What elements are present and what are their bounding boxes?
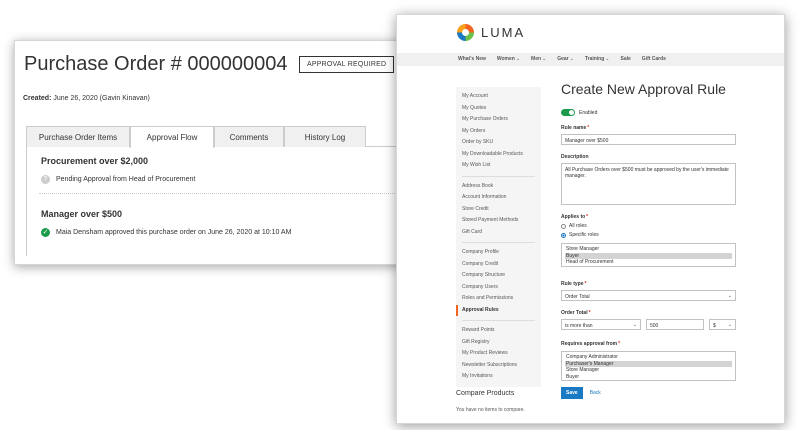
radio-all-roles[interactable]: All roles: [561, 223, 741, 229]
condition-select[interactable]: is more than ⌄: [561, 319, 641, 330]
flow-status-row: ✓ Maia Densham approved this purchase or…: [41, 228, 291, 237]
order-total-row: is more than ⌄ 500 $ ⌄: [561, 319, 741, 330]
rule-name-input[interactable]: Manager over $500: [561, 134, 736, 145]
approval-from-label: Requires approval from*: [561, 341, 621, 347]
nav-item[interactable]: Sale: [621, 56, 631, 62]
logo-text: LUMA: [481, 25, 526, 40]
sidebar-item[interactable]: Store Credit: [456, 204, 541, 216]
created-label: Created:: [23, 95, 52, 102]
sidebar-item[interactable]: Company Profile: [456, 247, 541, 259]
sidebar-item[interactable]: Roles and Permissions: [456, 293, 541, 305]
sidebar-item[interactable]: Address Book: [456, 181, 541, 193]
approval-rule-form: Create New Approval Rule Enabled Rule na…: [561, 81, 741, 399]
chevron-down-icon: ⌄: [727, 322, 732, 328]
sidebar-item[interactable]: Company Credit: [456, 259, 541, 271]
sidebar-item[interactable]: Order by SKU: [456, 137, 541, 149]
description-label: Description: [561, 154, 589, 160]
form-title: Create New Approval Rule: [561, 81, 726, 97]
chevron-down-icon: ⌄: [632, 322, 637, 328]
sidebar-item[interactable]: Reward Points: [456, 325, 541, 337]
sidebar-item[interactable]: Company Structure: [456, 270, 541, 282]
sidebar-item[interactable]: Gift Card: [456, 227, 541, 239]
currency-select[interactable]: $ ⌄: [709, 319, 736, 330]
luma-store-panel: LUMA What's New Women⌄ Men⌄ Gear⌄ Training⌄ S…: [396, 14, 785, 424]
flow-status-text: Maia Densham approved this purchase orde…: [56, 229, 292, 236]
flow-heading: Manager over $500: [41, 209, 123, 219]
flow-status-row: ? Pending Approval from Head of Procurem…: [41, 175, 195, 184]
sidebar-item[interactable]: Newsletter Subscriptions: [456, 360, 541, 372]
flow-divider: [39, 193, 423, 194]
sidebar-item[interactable]: My Downloadable Products: [456, 149, 541, 161]
sidebar-item[interactable]: My Orders: [456, 126, 541, 138]
radio-button[interactable]: [561, 223, 566, 229]
amount-input[interactable]: 500: [646, 319, 704, 330]
compare-empty-text: You have no items to compare.: [456, 407, 525, 413]
sidebar-divider: [462, 242, 535, 243]
account-sidebar: My Account My Quotes My Purchase Orders My …: [456, 87, 541, 387]
save-button[interactable]: Save: [561, 387, 583, 399]
approval-flow-content: Procurement over $2,000 ? Pending Approv…: [26, 147, 431, 256]
tab-approval-flow[interactable]: Approval Flow: [130, 126, 214, 148]
store-logo[interactable]: LUMA: [457, 24, 525, 41]
tab-purchase-order-items[interactable]: Purchase Order Items: [26, 126, 130, 147]
tab-history-log[interactable]: History Log: [284, 126, 366, 147]
purchase-order-panel: Purchase Order # 000000004 APPROVAL REQU…: [14, 40, 432, 265]
sidebar-item[interactable]: My Purchase Orders: [456, 114, 541, 126]
status-badge: APPROVAL REQUIRED: [299, 56, 395, 73]
flow-heading: Procurement over $2,000: [41, 156, 149, 166]
order-total-label: Order Total*: [561, 310, 591, 316]
screenshot-stage: Purchase Order # 000000004 APPROVAL REQU…: [0, 0, 800, 430]
chevron-down-icon: ⌄: [569, 56, 574, 62]
rule-name-label: Rule name*: [561, 125, 590, 131]
approvers-listbox[interactable]: Company Administrator Purchaser's Manage…: [561, 351, 736, 381]
luma-logo-icon: [457, 24, 474, 41]
back-link[interactable]: Back: [590, 390, 601, 396]
pending-icon: ?: [41, 175, 50, 184]
sidebar-item[interactable]: Company Users: [456, 282, 541, 294]
list-option[interactable]: Buyer: [565, 374, 732, 381]
chevron-down-icon: ⌄: [605, 56, 610, 62]
sidebar-divider: [462, 175, 535, 177]
sidebar-item[interactable]: Gift Registry: [456, 337, 541, 349]
sidebar-item[interactable]: My Account: [456, 91, 541, 103]
main-nav: What's New Women⌄ Men⌄ Gear⌄ Training⌄ Sale Gi…: [397, 53, 784, 66]
nav-item[interactable]: Gear⌄: [557, 56, 574, 62]
sidebar-item[interactable]: Stored Payment Methods: [456, 215, 541, 227]
nav-item[interactable]: Men⌄: [531, 56, 546, 62]
nav-item[interactable]: What's New: [458, 56, 486, 62]
chevron-down-icon: ⌄: [542, 56, 547, 62]
compare-title: Compare Products: [456, 390, 515, 397]
flow-status-text: Pending Approval from Head of Procuremen…: [56, 176, 196, 183]
form-actions: Save Back: [561, 387, 741, 399]
sidebar-item[interactable]: My Product Reviews: [456, 348, 541, 360]
nav-item[interactable]: Training⌄: [585, 56, 610, 62]
description-textarea[interactable]: All Purchase Orders over $500 must be ap…: [561, 163, 736, 205]
radio-button[interactable]: [561, 232, 566, 238]
page-title: Purchase Order # 000000004: [24, 53, 288, 75]
list-option[interactable]: Head of Procurement: [565, 259, 732, 266]
sidebar-item[interactable]: My Invitations: [456, 371, 541, 383]
chevron-down-icon: ⌄: [515, 56, 521, 62]
tab-bar: Purchase Order Items Approval Flow Comme…: [26, 126, 366, 148]
chevron-down-icon: ⌄: [727, 293, 732, 299]
applies-to-label: Applies to*: [561, 214, 589, 220]
sidebar-item[interactable]: Approval Rules: [456, 304, 541, 316]
created-value: June 26, 2020 (Gavin Kinavan): [53, 95, 150, 102]
rule-type-select[interactable]: Order Total ⌄: [561, 290, 736, 301]
nav-item[interactable]: Gift Cards: [642, 56, 666, 62]
nav-item[interactable]: Women⌄: [497, 56, 520, 62]
check-circle-icon: ✓: [41, 228, 50, 237]
sidebar-item[interactable]: My Wish List: [456, 160, 541, 172]
sidebar-divider: [462, 320, 535, 321]
rule-type-label: Rule type*: [561, 281, 587, 287]
enabled-row: Enabled: [561, 109, 741, 116]
roles-listbox[interactable]: Store Manager Buyer Head of Procurement: [561, 243, 736, 267]
sidebar-item[interactable]: Account Information: [456, 192, 541, 204]
tab-comments[interactable]: Comments: [214, 126, 284, 147]
created-info: Created: June 26, 2020 (Gavin Kinavan): [23, 95, 150, 102]
sidebar-item[interactable]: My Quotes: [456, 103, 541, 115]
radio-specific-roles[interactable]: Specific roles: [561, 232, 741, 238]
enabled-toggle[interactable]: [561, 109, 575, 116]
enabled-label: Enabled: [579, 109, 598, 116]
